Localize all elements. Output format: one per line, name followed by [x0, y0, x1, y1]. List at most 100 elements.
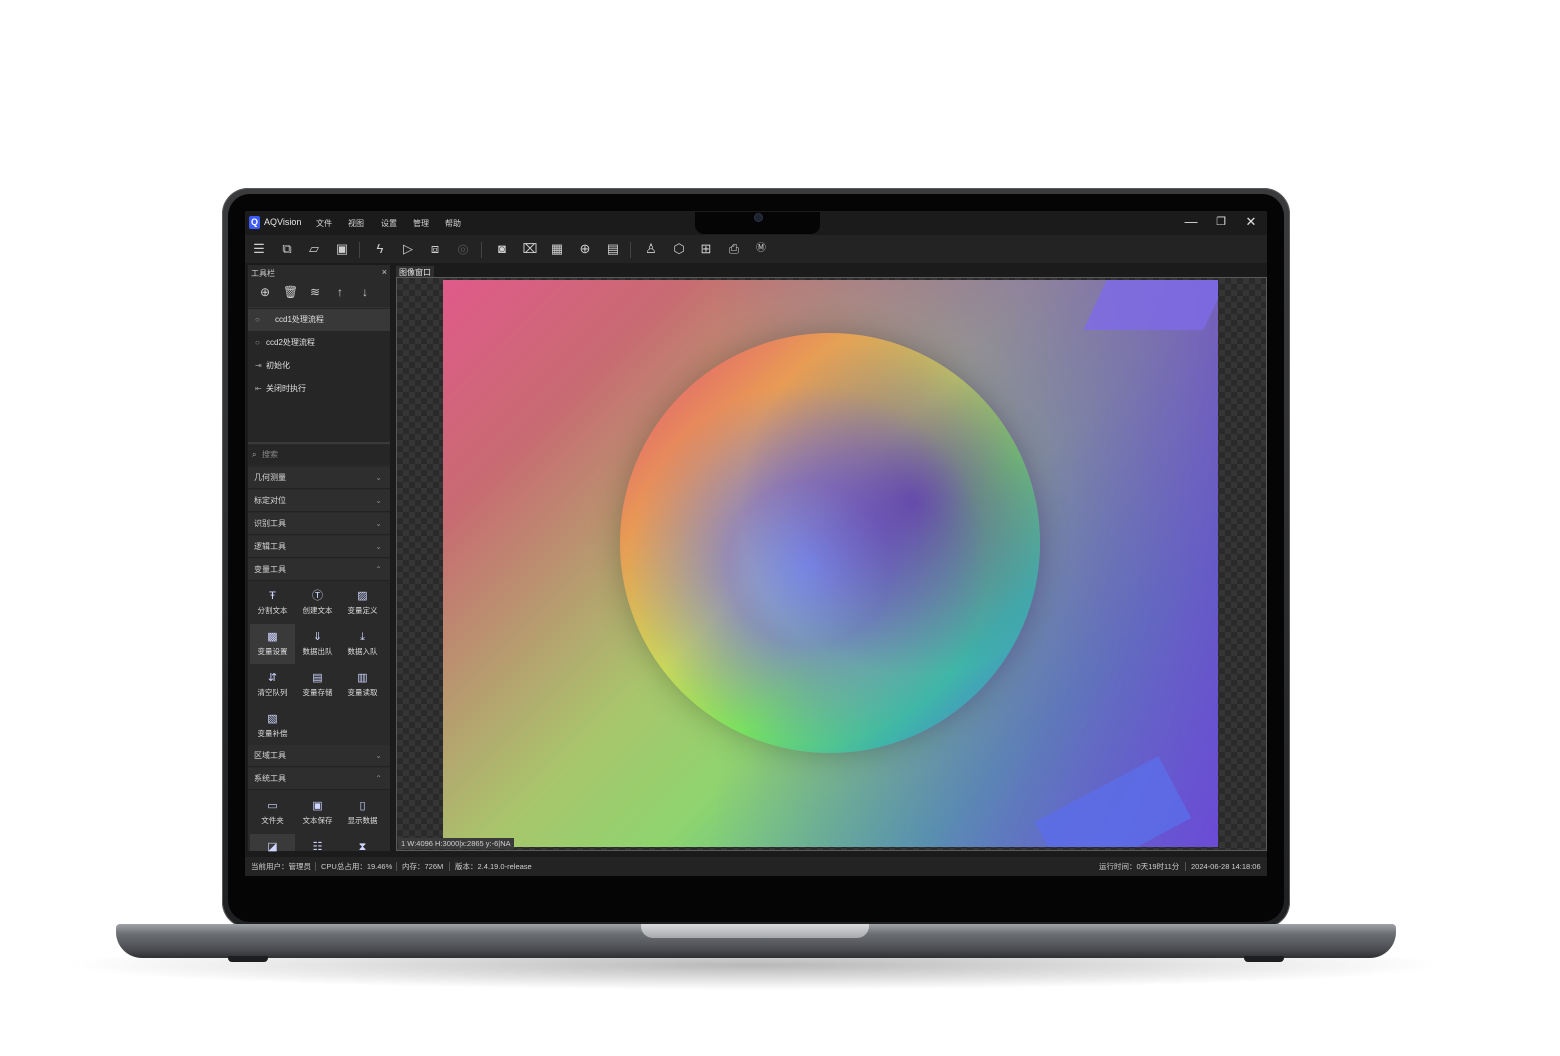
chip-icon[interactable]: ▦	[549, 241, 565, 257]
category-calibration[interactable]: 标定对位 ⌄	[248, 490, 390, 512]
tool-var-set[interactable]: ▩ 变量设置	[250, 624, 295, 664]
tool-label: 变量补偿	[257, 729, 288, 738]
flow-item-ccd1[interactable]: ○ ccd1处理流程	[248, 309, 390, 331]
status-separator	[315, 862, 316, 871]
stack-icon[interactable]: ≋	[308, 285, 322, 299]
tool-var-define[interactable]: ▨ 变量定义	[340, 583, 385, 623]
sphere-shade	[620, 333, 1040, 753]
flow-label: ccd1处理流程	[275, 315, 324, 324]
tool-timer[interactable]: ⧗	[340, 834, 385, 853]
menu-help[interactable]: 帮助	[445, 218, 461, 229]
tool-display-data[interactable]: ▯ 显示数据	[340, 793, 385, 833]
tool-label: 变量设置	[257, 647, 288, 656]
checklist-icon: ☷	[312, 841, 323, 853]
flow-item-init[interactable]: ⇥ 初始化	[248, 355, 390, 377]
flash-icon[interactable]: ϟ	[372, 241, 388, 257]
calendar-icon[interactable]: ▤	[605, 241, 621, 257]
tool-enqueue[interactable]: ⤓ 数据入队	[340, 624, 385, 664]
play-icon[interactable]: ▷	[400, 241, 416, 257]
chevron-down-icon: ⌄	[375, 542, 382, 551]
category-logic[interactable]: 逻辑工具 ⌄	[248, 536, 390, 558]
add-icon[interactable]: ⊕	[258, 285, 272, 299]
tool-clear-queue[interactable]: ⇵ 清空队列	[250, 665, 295, 705]
minimize-button[interactable]: —	[1184, 214, 1198, 229]
category-recognition[interactable]: 识别工具 ⌄	[248, 513, 390, 535]
search-placeholder: 搜索	[262, 450, 278, 459]
category-geometry[interactable]: 几何测量 ⌄	[248, 467, 390, 489]
tool-var-compensate[interactable]: ▧ 变量补偿	[250, 706, 295, 746]
menu-manage[interactable]: 管理	[413, 218, 429, 229]
category-label: 系统工具	[254, 774, 286, 783]
category-label: 几何测量	[254, 473, 286, 482]
status-user: 当前用户：管理员	[251, 862, 311, 871]
tool-label: 变量读取	[347, 688, 378, 697]
list-icon[interactable]: ☰	[251, 241, 267, 257]
app-logo: Q	[249, 216, 260, 229]
var-define-icon: ▨	[357, 590, 368, 602]
disabled-icon: ◎	[457, 241, 469, 256]
trash-icon[interactable]: ⌧	[522, 241, 538, 257]
tool-label: 文件夹	[261, 816, 284, 825]
category-label: 区域工具	[254, 751, 286, 760]
table-icon[interactable]: ⊞	[698, 241, 714, 257]
tool-image-window[interactable]: ◪	[250, 834, 295, 853]
tool-var-store[interactable]: ▤ 变量存储	[295, 665, 340, 705]
chevron-up-icon: ⌃	[375, 774, 382, 783]
layers-icon[interactable]: ⧈	[427, 241, 443, 257]
target-icon[interactable]: ⊕	[577, 241, 593, 257]
flow-label: ccd2处理流程	[266, 338, 315, 347]
camera-icon[interactable]: ◙	[494, 241, 510, 257]
delete-icon[interactable]: 🗑︎	[283, 285, 298, 299]
chevron-down-icon: ⌄	[375, 519, 382, 528]
image-window[interactable]: 1 W:4096 H:3000|x:2865 y:-6|NA	[396, 277, 1267, 851]
tool-split-text[interactable]: Ŧ 分割文本	[250, 583, 295, 623]
logout-icon: ⇤	[255, 384, 262, 393]
enqueue-icon: ⤓	[360, 631, 365, 643]
category-region[interactable]: 区域工具 ⌄	[248, 745, 390, 767]
var-set-icon: ▩	[267, 631, 278, 643]
restore-button[interactable]: ❐	[1214, 215, 1228, 228]
tool-label: 数据入队	[347, 647, 378, 656]
status-runtime: 运行时间：0天19时11分	[1099, 862, 1180, 871]
panel-close-button[interactable]: ×	[382, 267, 387, 277]
user-icon[interactable]: ♙	[643, 241, 659, 257]
flow-item-on-close[interactable]: ⇤ 关闭时执行	[248, 378, 390, 400]
cube-icon[interactable]: ⬡	[671, 241, 687, 257]
menu-view[interactable]: 视图	[348, 218, 364, 229]
save-icon[interactable]: ▣	[334, 241, 350, 257]
flow-list: ○ ccd1处理流程 ○ ccd2处理流程 ⇥ 初始化 ⇤ 关闭时执行	[248, 307, 390, 444]
laptop-foot	[228, 956, 268, 962]
status-datetime: 2024-06-28 14:18:06	[1191, 862, 1261, 871]
category-variable[interactable]: 变量工具 ⌃	[248, 559, 390, 581]
status-separator	[1185, 862, 1186, 871]
arrow-down-icon[interactable]: ↓	[358, 285, 372, 299]
app-screen: Q AQVision 文件 视图 设置 管理 帮助 — ❐ ✕ ☰ ⧉ ▱ ▣ …	[245, 211, 1267, 876]
status-cpu: CPU总占用：19.46%	[321, 862, 393, 871]
search-icon: ⌕	[252, 450, 257, 459]
flow-item-ccd2[interactable]: ○ ccd2处理流程	[248, 332, 390, 354]
tool-checklist[interactable]: ☷	[295, 834, 340, 853]
image-sphere	[620, 333, 1040, 753]
tool-folder[interactable]: ▭ 文件夹	[250, 793, 295, 833]
m-icon[interactable]: Ⓜ	[753, 241, 769, 257]
category-system[interactable]: 系统工具 ⌃	[248, 768, 390, 790]
category-label: 标定对位	[254, 496, 286, 505]
tool-text-save[interactable]: ▣ 文本保存	[295, 793, 340, 833]
tool-label: 显示数据	[347, 816, 378, 825]
printer-icon[interactable]: ⎙	[726, 241, 742, 257]
tool-label: 清空队列	[257, 688, 288, 697]
arrow-up-icon[interactable]: ↑	[333, 285, 347, 299]
close-button[interactable]: ✕	[1244, 214, 1258, 230]
tool-create-text[interactable]: Ⓣ 创建文本	[295, 583, 340, 623]
folder-open-icon[interactable]: ▱	[306, 241, 322, 257]
tool-label: 文本保存	[302, 816, 333, 825]
copy-icon[interactable]: ⧉	[279, 241, 295, 257]
tool-dequeue[interactable]: ⇓ 数据出队	[295, 624, 340, 664]
panel-title: 工具栏	[251, 269, 275, 278]
tool-search-input[interactable]: ⌕ 搜索	[248, 445, 390, 465]
menu-settings[interactable]: 设置	[381, 218, 397, 229]
var-read-icon: ▥	[357, 672, 368, 684]
hourglass-icon: ⧗	[358, 841, 367, 853]
tool-var-read[interactable]: ▥ 变量读取	[340, 665, 385, 705]
menu-file[interactable]: 文件	[316, 218, 332, 229]
